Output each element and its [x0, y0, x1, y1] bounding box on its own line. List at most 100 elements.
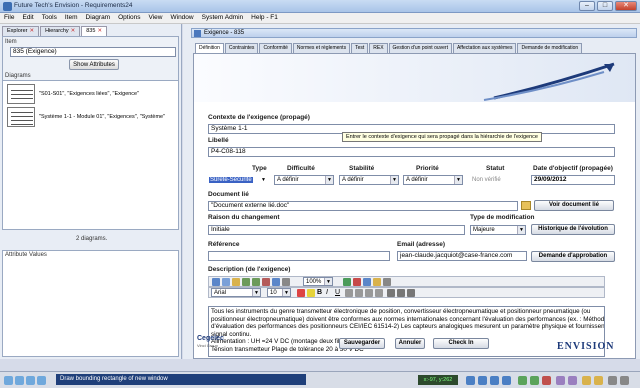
raison-field[interactable]: Initiale [208, 225, 465, 235]
symbol-icon[interactable] [373, 278, 381, 286]
menu-options[interactable]: Options [114, 13, 144, 22]
title-bar: Future Tech's Envision - Requirements24 … [0, 0, 640, 13]
date-field[interactable]: 29/09/2012 [531, 175, 615, 185]
type-select[interactable]: Sûreté-Sécurité ▼ [208, 175, 268, 185]
find-icon[interactable] [262, 278, 270, 286]
font-select[interactable]: Arial ▼ [211, 288, 261, 297]
menu-edit[interactable]: Edit [18, 13, 37, 22]
menu-diagram[interactable]: Diagram [82, 13, 115, 22]
layout-icon[interactable] [518, 376, 527, 385]
close-button[interactable]: ✕ [615, 1, 637, 11]
bullets-icon[interactable] [387, 289, 395, 297]
align-right-icon[interactable] [365, 289, 373, 297]
spell-icon[interactable] [383, 278, 391, 286]
tab-hierarchy[interactable]: Hierarchy ✕ [40, 26, 81, 36]
status-bar: Draw bounding rectangle of new window x:… [0, 371, 640, 388]
copy-icon[interactable] [222, 278, 230, 286]
indent-icon[interactable] [407, 289, 415, 297]
reference-field[interactable] [208, 251, 390, 261]
priorite-select[interactable]: A définir ▼ [403, 175, 463, 185]
maximize-button[interactable]: □ [597, 1, 613, 11]
nav-last-icon[interactable] [502, 376, 511, 385]
help-icon[interactable] [620, 376, 629, 385]
tab-conformite[interactable]: Conformité [259, 43, 292, 53]
zoom-select[interactable]: 100% ▼ [303, 277, 333, 286]
description-editor[interactable]: Tous les instruments du genre transmette… [208, 306, 605, 357]
menu-window[interactable]: Window [166, 13, 197, 22]
cegelec-logo-text: Cegelec [197, 335, 224, 342]
print-icon[interactable] [272, 278, 280, 286]
font-color-icon[interactable] [297, 289, 305, 297]
stabilite-select[interactable]: A définir ▼ [339, 175, 399, 185]
align-center-icon[interactable] [355, 289, 363, 297]
delete-icon[interactable] [542, 376, 551, 385]
menu-file[interactable]: File [0, 13, 18, 22]
tab-test[interactable]: Test [351, 43, 369, 53]
minimize-button[interactable]: – [579, 1, 595, 11]
link-icon[interactable] [363, 278, 371, 286]
chevron-down-icon: ▼ [252, 289, 260, 296]
font-size-select[interactable]: 10 ▼ [267, 288, 291, 297]
table-icon[interactable] [343, 278, 351, 286]
note-icon[interactable] [582, 376, 591, 385]
redo-icon[interactable] [252, 278, 260, 286]
list-item[interactable]: "S01-S01", "Exigences liées", "Exigence" [7, 84, 177, 104]
raison-label: Raison du changement [208, 214, 280, 221]
paragraph-icon[interactable] [282, 278, 290, 286]
difficulte-select[interactable]: A définir ▼ [274, 175, 334, 185]
settings-icon[interactable] [608, 376, 617, 385]
highlight-icon[interactable] [307, 289, 315, 297]
item-label: Item [5, 39, 17, 45]
tool-icon[interactable] [556, 376, 565, 385]
sauvegarder-button[interactable]: Sauvegarder [339, 338, 385, 349]
tab-demande[interactable]: Demande de modification [517, 43, 583, 53]
tab-definition[interactable]: Définition [195, 43, 224, 53]
justify-icon[interactable] [375, 289, 383, 297]
menu-tools[interactable]: Tools [38, 13, 61, 22]
align-left-icon[interactable] [345, 289, 353, 297]
annuler-button[interactable]: Annuler [395, 338, 425, 349]
numbering-icon[interactable] [397, 289, 405, 297]
bold-icon[interactable]: B [317, 289, 325, 297]
list-item[interactable]: "Système 1-1 - Module 01", "Exigences", … [7, 107, 177, 127]
diagram-thumbnail [7, 107, 35, 127]
undo-icon[interactable] [242, 278, 250, 286]
menu-view[interactable]: View [145, 13, 167, 22]
cegelec-logo-sub: Vinci Group [197, 343, 218, 348]
tab-835[interactable]: 835 ✕ [81, 26, 108, 36]
tab-gestion[interactable]: Gestion d'un point ouvert [388, 43, 452, 53]
close-icon[interactable]: ✕ [97, 28, 102, 34]
item-field[interactable]: 835 (Exigence) [10, 47, 176, 57]
note-icon[interactable] [594, 376, 603, 385]
menu-help[interactable]: Help - F1 [247, 13, 282, 22]
tab-contraintes[interactable]: Contraintes [224, 43, 259, 53]
close-icon[interactable]: ✕ [71, 28, 76, 34]
show-attributes-button[interactable]: Show Attributes [69, 59, 119, 70]
historique-button[interactable]: Historique de l'évolution [531, 224, 615, 235]
image-icon[interactable] [353, 278, 361, 286]
tab-affectation[interactable]: Affectation aux systèmes [452, 43, 517, 53]
checkin-button[interactable]: Check In [433, 338, 489, 349]
doc-field[interactable]: "Document externe lié.doc" [208, 201, 518, 211]
nav-next-icon[interactable] [490, 376, 499, 385]
paste-icon[interactable] [232, 278, 240, 286]
menu-item[interactable]: Item [61, 13, 82, 22]
typemod-select[interactable]: Majeure ▼ [470, 225, 526, 235]
demande-approbation-button[interactable]: Demande d'approbation [531, 251, 615, 262]
libelle-field[interactable]: P4-C08-118 [208, 147, 615, 157]
cut-icon[interactable] [212, 278, 220, 286]
tab-normes[interactable]: Normes et règlements [292, 43, 351, 53]
nav-prev-icon[interactable] [478, 376, 487, 385]
menu-system-admin[interactable]: System Admin [198, 13, 248, 22]
nav-first-icon[interactable] [466, 376, 475, 385]
align-icon[interactable] [530, 376, 539, 385]
voir-document-button[interactable]: Voir document lié [534, 200, 614, 211]
italic-icon[interactable]: I [326, 289, 334, 297]
close-icon[interactable]: ✕ [29, 28, 34, 34]
tab-rex[interactable]: REX [369, 43, 388, 53]
tool-icon[interactable] [568, 376, 577, 385]
folder-icon[interactable] [521, 201, 531, 210]
underline-icon[interactable]: U [335, 289, 343, 297]
tab-explorer[interactable]: Explorer ✕ [2, 26, 40, 36]
email-field[interactable]: jean-claude.jacquiot@case-france.com [397, 251, 527, 261]
